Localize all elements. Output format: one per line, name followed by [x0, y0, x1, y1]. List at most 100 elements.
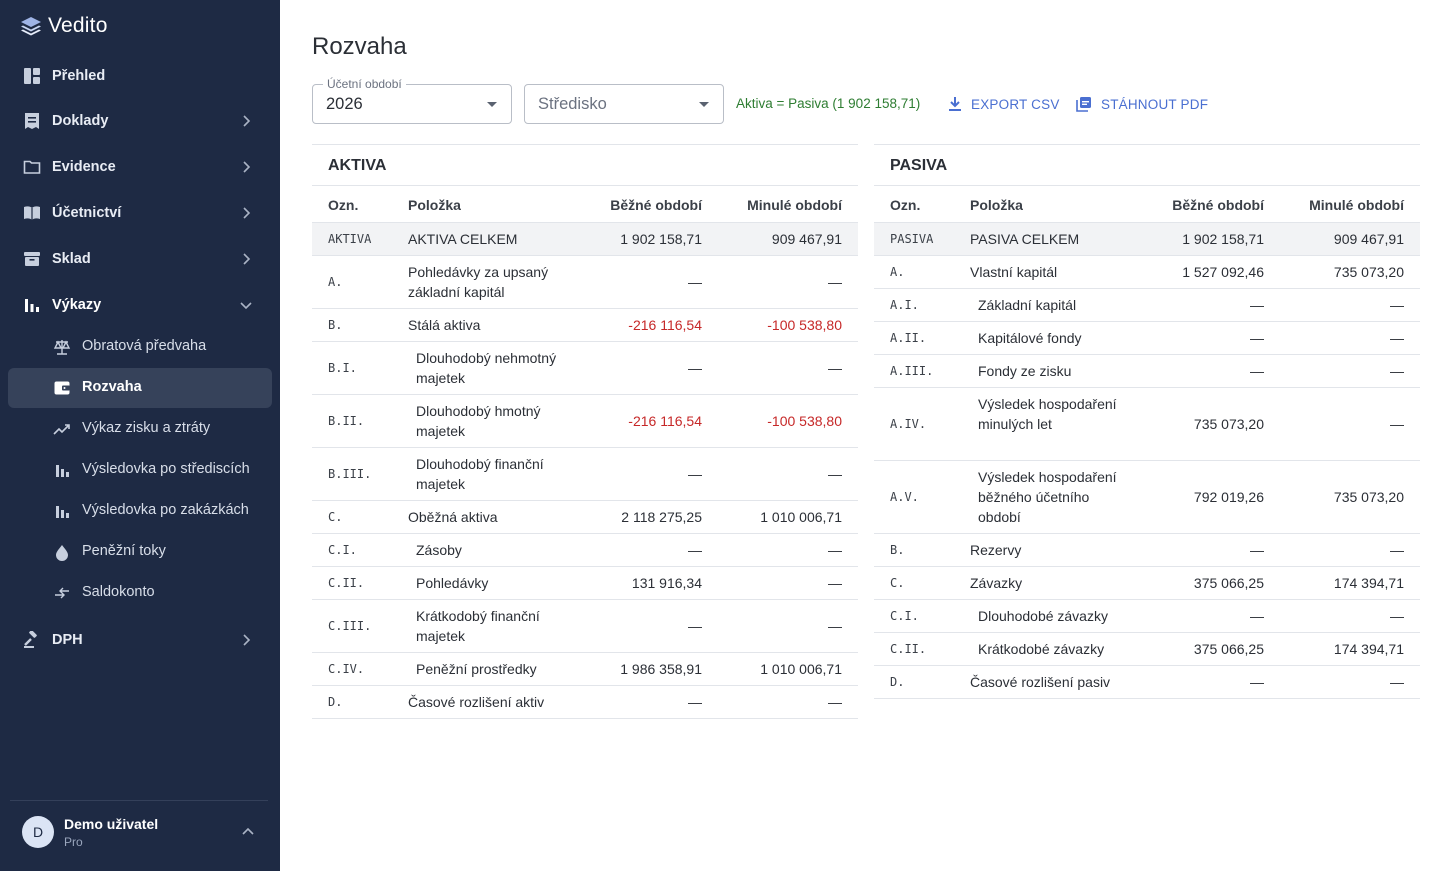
aktiva-table-body: AKTIVA AKTIVA CELKEM 1 902 158,71 909 467,9… — [312, 223, 858, 719]
sidebar-item-label: Evidence — [52, 159, 116, 175]
row-current-value: — — [1250, 329, 1264, 346]
sidebar-item-evidence[interactable]: Evidence — [8, 147, 272, 187]
balance-check: Aktiva = Pasiva (1 902 158,71) — [736, 96, 921, 111]
brand[interactable]: Vedito — [20, 12, 108, 40]
period-select[interactable]: Účetní období 2026 — [312, 77, 512, 124]
sidebar-subitem-obratova-predvaha[interactable]: Obratová předvaha — [8, 327, 272, 367]
row-previous-value: — — [828, 574, 842, 591]
row-name: Dlouhodobý finanční majetek — [416, 456, 544, 492]
row-code: B. — [890, 542, 905, 557]
header-current: Běžné období — [610, 197, 702, 213]
table-row: A. Vlastní kapitál 1 527 092,46 735 073,20 — [874, 256, 1420, 289]
row-previous-value: 174 394,71 — [1333, 574, 1404, 591]
sidebar-subitem-penezni-toky[interactable]: Peněžní toky — [8, 532, 272, 572]
table-row: C. Závazky 375 066,25 174 394,71 — [874, 567, 1420, 600]
row-name: Krátkodobé závazky — [978, 641, 1105, 657]
pdf-icon — [1076, 97, 1091, 112]
row-name: Závazky — [970, 575, 1023, 591]
sidebar-subitem-label: Výsledovka po střediscích — [82, 461, 250, 477]
sidebar-item-prehled[interactable]: Přehled — [8, 56, 272, 96]
row-code: D. — [328, 694, 343, 709]
table-row: C. Oběžná aktiva 2 118 275,25 1 010 006,71 — [312, 501, 858, 534]
row-name: Kapitálové fondy — [978, 330, 1082, 346]
row-name: Stálá aktiva — [408, 317, 481, 333]
row-current-value: — — [1250, 673, 1264, 690]
table-row: A.IV. Výsledek hospodaření minulých let 73… — [874, 388, 1420, 461]
center-select[interactable]: Středisko — [524, 84, 724, 124]
row-current-value: 375 066,25 — [1193, 574, 1264, 591]
table-row: B. Stálá aktiva -216 116,54 -100 538,80 — [312, 309, 858, 342]
aktiva-panel: AKTIVA Ozn. Položka Běžné období Minulé … — [312, 144, 858, 719]
export-csv-button[interactable]: EXPORT CSV — [948, 95, 1060, 113]
download-pdf-button[interactable]: STÁHNOUT PDF — [1076, 95, 1208, 113]
row-code: C. — [890, 575, 905, 590]
avatar: D — [22, 816, 54, 848]
sidebar-subitem-vysledovka-strediska[interactable]: Výsledovka po střediscích — [8, 450, 272, 490]
row-name: Fondy ze zisku — [978, 363, 1072, 379]
row-previous-value: — — [828, 359, 842, 376]
sidebar-item-label: Přehled — [52, 68, 106, 84]
folder-icon — [22, 157, 42, 177]
row-previous-value: — — [828, 465, 842, 482]
warehouse-icon — [22, 249, 42, 269]
sidebar-item-ucetnictvi[interactable]: Účetnictví — [8, 193, 272, 233]
sidebar-item-label: DPH — [52, 632, 83, 648]
header-previous: Minulé období — [1309, 197, 1404, 213]
row-previous-value: 909 467,91 — [1333, 230, 1404, 247]
row-code: A.II. — [890, 330, 927, 345]
row-previous-value: — — [828, 693, 842, 710]
table-row: B. Rezervy — — — [874, 534, 1420, 567]
sidebar-item-dph[interactable]: DPH — [8, 620, 272, 660]
table-row: B.III. Dlouhodobý finanční majetek — — — [312, 448, 858, 501]
row-code: B. — [328, 317, 343, 332]
sidebar-subitem-label: Saldokonto — [82, 584, 155, 600]
sidebar-subitem-label: Rozvaha — [82, 379, 142, 395]
user-menu[interactable]: D Demo uživatel Pro — [22, 814, 262, 854]
sidebar-item-label: Výkazy — [52, 297, 102, 313]
row-current-value: -216 116,54 — [628, 316, 702, 333]
row-current-value: 1 986 358,91 — [620, 660, 702, 677]
row-name: Dlouhodobý nehmotný majetek — [416, 350, 557, 386]
sidebar-subitem-rozvaha[interactable]: Rozvaha — [8, 368, 272, 408]
row-previous-value: — — [1390, 673, 1404, 690]
row-name: Zásoby — [416, 542, 462, 558]
sidebar-subitem-saldokonto[interactable]: Saldokonto — [8, 573, 272, 613]
row-name: Krátkodobý finanční majetek — [416, 608, 540, 644]
trending-up-icon — [52, 419, 72, 439]
sidebar-item-sklad[interactable]: Sklad — [8, 239, 272, 279]
sidebar-subitem-vysledovka-zakazky[interactable]: Výsledovka po zakázkách — [8, 491, 272, 531]
row-code: A.V. — [890, 489, 919, 504]
row-current-value: — — [1250, 296, 1264, 313]
sidebar-item-doklady[interactable]: Doklady — [8, 101, 272, 141]
row-name: Rezervy — [970, 542, 1022, 558]
user-plan: Pro — [64, 835, 83, 849]
chevron-right-icon — [243, 161, 251, 173]
sidebar-item-label: Účetnictví — [52, 205, 122, 221]
row-current-value: — — [688, 273, 702, 290]
row-current-value: — — [688, 617, 702, 634]
row-name: AKTIVA CELKEM — [408, 231, 518, 247]
sidebar: Vedito Přehled Doklady Evidence Účetnict… — [0, 0, 280, 871]
gavel-icon — [22, 630, 42, 650]
aktiva-title: AKTIVA — [312, 145, 858, 186]
row-name: Peněžní prostředky — [416, 661, 537, 677]
row-previous-value: — — [828, 273, 842, 290]
drop-icon — [52, 542, 72, 562]
header-previous: Minulé období — [747, 197, 842, 213]
pasiva-panel: PASIVA Ozn. Položka Běžné období Minulé … — [874, 144, 1420, 699]
center-select-placeholder: Středisko — [538, 95, 607, 113]
row-code: C.I. — [328, 542, 357, 557]
row-code: A.I. — [890, 297, 919, 312]
pasiva-table-header: Ozn. Položka Běžné období Minulé období — [874, 186, 1420, 223]
row-name: Pohledávky za upsaný základní kapitál — [408, 264, 549, 300]
user-name: Demo uživatel — [64, 816, 159, 832]
row-code: A. — [890, 264, 905, 279]
sidebar-item-vykazy[interactable]: Výkazy — [8, 285, 272, 325]
table-row: D. Časové rozlišení pasiv — — — [874, 666, 1420, 699]
sidebar-subitem-label: Výsledovka po zakázkách — [82, 502, 249, 518]
chevron-right-icon — [243, 634, 251, 646]
row-previous-value: — — [828, 617, 842, 634]
sidebar-subitem-vykaz-zisku[interactable]: Výkaz zisku a ztráty — [8, 409, 272, 449]
row-previous-value: 1 010 006,71 — [760, 660, 842, 677]
row-current-value: 2 118 275,25 — [621, 508, 702, 525]
